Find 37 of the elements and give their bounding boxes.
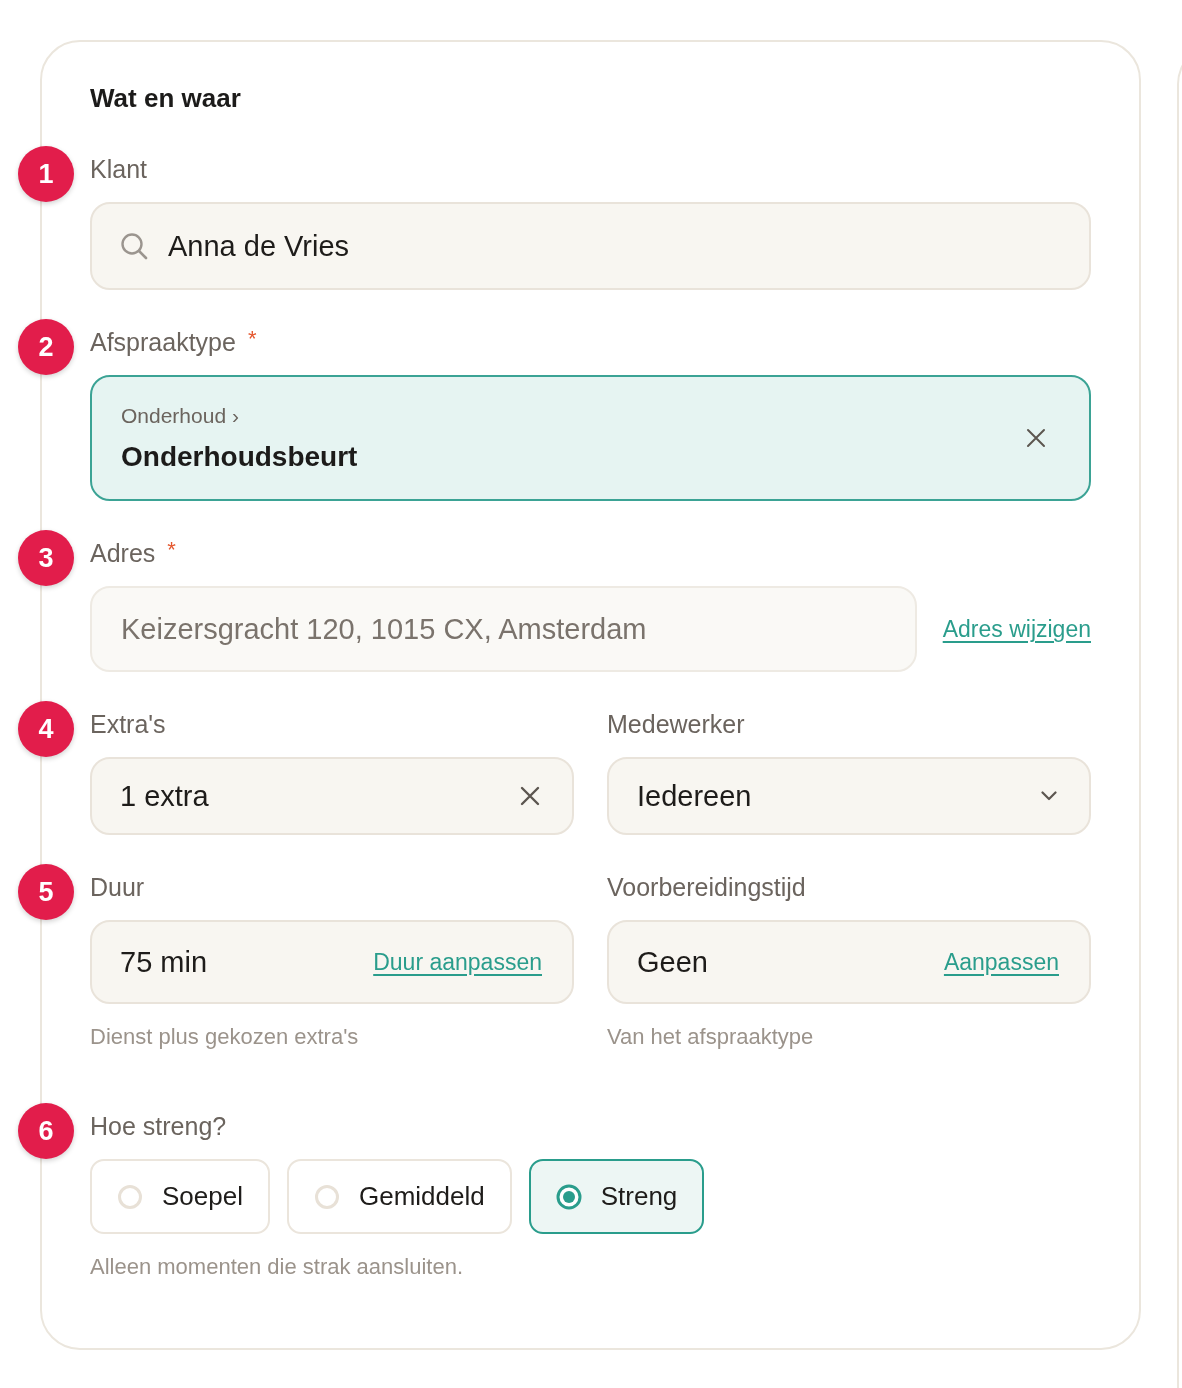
step-number: 4 bbox=[18, 701, 74, 757]
chevron-down-icon bbox=[1041, 791, 1057, 801]
field-label: Medewerker bbox=[607, 710, 745, 739]
category-path: Onderhoud › bbox=[121, 403, 240, 429]
value-field[interactable]: 75 min Duur aanpassen bbox=[90, 920, 574, 1004]
field-label: Hoe streng? bbox=[90, 1112, 227, 1141]
option-button[interactable]: Streng bbox=[528, 1159, 705, 1234]
step-number: 1 bbox=[18, 146, 74, 202]
search-icon bbox=[120, 232, 148, 260]
field-label: Voorbereidingstijd bbox=[607, 873, 806, 902]
selection-field[interactable]: Onderhoud › Onderhoudsbeurt bbox=[90, 375, 1091, 501]
close-icon[interactable] bbox=[520, 786, 540, 806]
extras-field[interactable]: 1 extra bbox=[90, 757, 574, 835]
field-hint: Dienst plus gekozen extra's bbox=[90, 1024, 360, 1050]
field-label: Extra's bbox=[90, 710, 166, 739]
step-number: 3 bbox=[18, 530, 74, 586]
required-asterisk: * bbox=[247, 328, 257, 350]
radio-icon bbox=[555, 1183, 582, 1210]
field-hint: Van het afspraaktype bbox=[607, 1024, 815, 1050]
search-field[interactable]: Anna de Vries bbox=[90, 202, 1091, 290]
required-asterisk: * bbox=[167, 539, 176, 561]
option-button[interactable]: Gemiddeld bbox=[286, 1159, 512, 1234]
field-label: Duur bbox=[90, 873, 145, 902]
step-number: 6 bbox=[18, 1103, 74, 1159]
radio-icon bbox=[117, 1183, 143, 1210]
step-number: 5 bbox=[18, 864, 74, 920]
field-label: Afspraaktype bbox=[90, 328, 236, 357]
option-button[interactable]: Soepel bbox=[90, 1159, 270, 1234]
section-title: Wat en waar bbox=[90, 83, 242, 114]
field-label: Adres bbox=[90, 539, 156, 568]
close-icon[interactable] bbox=[1026, 428, 1046, 448]
radio-icon bbox=[313, 1183, 340, 1210]
field-hint: Alleen momenten die strak aansluiten. bbox=[90, 1254, 464, 1280]
employee-dropdown[interactable]: Iedereen bbox=[607, 757, 1091, 835]
step-number: 2 bbox=[18, 319, 74, 375]
value-field[interactable]: Geen Aanpassen bbox=[607, 920, 1091, 1004]
field-label: Klant bbox=[90, 155, 147, 184]
